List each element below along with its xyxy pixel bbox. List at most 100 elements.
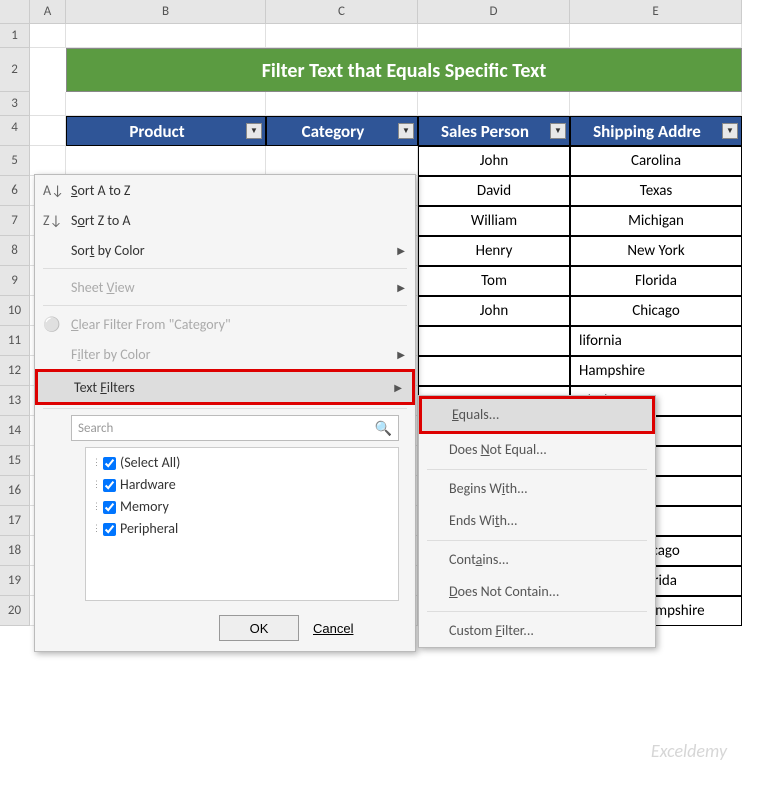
table-header[interactable]: Category▼ bbox=[266, 116, 418, 146]
checkbox[interactable] bbox=[103, 479, 116, 492]
empty-cell bbox=[66, 24, 266, 48]
table-header[interactable]: Sales Person▼ bbox=[418, 116, 570, 146]
row-header[interactable]: 20 bbox=[0, 596, 30, 626]
empty-cell bbox=[66, 146, 266, 176]
filter-checkbox-item[interactable]: ⋮Hardware bbox=[92, 474, 392, 496]
sheet-view: Sheet View▶ bbox=[35, 272, 415, 302]
row-header[interactable]: 6 bbox=[0, 176, 30, 206]
empty-cell bbox=[266, 146, 418, 176]
text-filters[interactable]: Text Filters▶ bbox=[35, 369, 415, 405]
filter-menu: A↓Sort A to Z Z↓Sort Z to A Sort by Colo… bbox=[34, 174, 416, 652]
row-header[interactable]: 5 bbox=[0, 146, 30, 176]
checkbox[interactable] bbox=[103, 501, 116, 514]
not-contain-item[interactable]: Does Not Contain... bbox=[419, 576, 655, 608]
clear-filter: ⚪Clear Filter From "Category" bbox=[35, 309, 415, 339]
table-cell: New York bbox=[570, 236, 742, 266]
table-header[interactable]: Product▼ bbox=[66, 116, 266, 146]
table-cell bbox=[418, 356, 570, 386]
table-cell: John bbox=[418, 296, 570, 326]
clear-filter-icon: ⚪ bbox=[43, 316, 61, 333]
chevron-right-icon: ▶ bbox=[394, 381, 402, 394]
col-header[interactable]: C bbox=[266, 0, 418, 24]
sort-by-color[interactable]: Sort by Color▶ bbox=[35, 235, 415, 265]
filter-checkbox-item[interactable]: ⋮Peripheral bbox=[92, 518, 392, 540]
table-cell: Henry bbox=[418, 236, 570, 266]
col-header[interactable]: D bbox=[418, 0, 570, 24]
text-filters-submenu: Equals... Does Not Equal... Begins With.… bbox=[418, 395, 656, 648]
col-header[interactable]: B bbox=[66, 0, 266, 24]
custom-filter-item[interactable]: Custom Filter... bbox=[419, 615, 655, 647]
ends-with-item[interactable]: Ends With... bbox=[419, 505, 655, 537]
table-cell: William bbox=[418, 206, 570, 236]
table-cell: Texas bbox=[570, 176, 742, 206]
table-cell: David bbox=[418, 176, 570, 206]
empty-cell bbox=[570, 24, 742, 48]
row-header[interactable]: 8 bbox=[0, 236, 30, 266]
sort-az[interactable]: A↓Sort A to Z bbox=[35, 175, 415, 205]
row-header[interactable]: 14 bbox=[0, 416, 30, 446]
row-header[interactable]: 1 bbox=[0, 24, 30, 48]
equals-item[interactable]: Equals... bbox=[419, 396, 655, 434]
filter-values-list: ⋮(Select All)⋮Hardware⋮Memory⋮Peripheral bbox=[85, 447, 399, 601]
sort-az-icon: A↓ bbox=[43, 182, 61, 199]
row-header[interactable]: 13 bbox=[0, 386, 30, 416]
row-header[interactable]: 17 bbox=[0, 506, 30, 536]
empty-cell bbox=[266, 92, 418, 116]
table-cell: Carolina bbox=[570, 146, 742, 176]
sort-za-icon: Z↓ bbox=[43, 212, 61, 229]
sort-za[interactable]: Z↓Sort Z to A bbox=[35, 205, 415, 235]
empty-cell bbox=[418, 24, 570, 48]
row-header[interactable]: 7 bbox=[0, 206, 30, 236]
not-equal-item[interactable]: Does Not Equal... bbox=[419, 434, 655, 466]
col-header[interactable] bbox=[0, 0, 30, 24]
col-header[interactable]: E bbox=[570, 0, 742, 24]
filter-checkbox-item[interactable]: ⋮Memory bbox=[92, 496, 392, 518]
empty-cell bbox=[418, 92, 570, 116]
row-header[interactable]: 12 bbox=[0, 356, 30, 386]
watermark: Exceldemy bbox=[651, 740, 727, 762]
filter-dropdown-icon[interactable]: ▼ bbox=[550, 123, 566, 139]
row-header[interactable]: 15 bbox=[0, 446, 30, 476]
contains-item[interactable]: Contains... bbox=[419, 544, 655, 576]
search-input[interactable]: Search🔍 bbox=[71, 415, 399, 441]
filter-dropdown-icon[interactable]: ▼ bbox=[722, 123, 738, 139]
row-header[interactable]: 9 bbox=[0, 266, 30, 296]
filter-by-color: Filter by Color▶ bbox=[35, 339, 415, 369]
empty-cell bbox=[30, 146, 66, 176]
cancel-button[interactable]: Cancel bbox=[313, 615, 393, 641]
row-header[interactable]: 3 bbox=[0, 92, 30, 116]
empty-cell bbox=[266, 24, 418, 48]
table-cell: John bbox=[418, 146, 570, 176]
table-cell: Hampshire bbox=[570, 356, 742, 386]
table-cell: lifornia bbox=[570, 326, 742, 356]
empty-cell bbox=[570, 92, 742, 116]
begins-with-item[interactable]: Begins With... bbox=[419, 473, 655, 505]
filter-dropdown-icon[interactable]: ▼ bbox=[246, 123, 262, 139]
row-header[interactable]: 19 bbox=[0, 566, 30, 596]
filter-dropdown-icon[interactable]: ▼ bbox=[398, 123, 414, 139]
checkbox[interactable] bbox=[103, 523, 116, 536]
page-title: Filter Text that Equals Specific Text bbox=[66, 48, 742, 92]
table-header[interactable]: Shipping Addre▼ bbox=[570, 116, 742, 146]
row-header[interactable]: 4 bbox=[0, 116, 30, 146]
ok-button[interactable]: OK bbox=[219, 615, 299, 641]
empty-cell bbox=[30, 92, 66, 116]
search-icon: 🔍 bbox=[375, 420, 392, 437]
table-cell: Tom bbox=[418, 266, 570, 296]
row-header[interactable]: 10 bbox=[0, 296, 30, 326]
chevron-right-icon: ▶ bbox=[397, 244, 405, 257]
row-header[interactable]: 11 bbox=[0, 326, 30, 356]
table-cell: Michigan bbox=[570, 206, 742, 236]
row-header[interactable]: 16 bbox=[0, 476, 30, 506]
empty-cell bbox=[30, 24, 66, 48]
checkbox[interactable] bbox=[103, 457, 116, 470]
filter-checkbox-item[interactable]: ⋮(Select All) bbox=[92, 452, 392, 474]
empty-cell bbox=[66, 92, 266, 116]
table-cell: Florida bbox=[570, 266, 742, 296]
table-cell: Chicago bbox=[570, 296, 742, 326]
row-header[interactable]: 2 bbox=[0, 48, 30, 92]
col-header[interactable]: A bbox=[30, 0, 66, 24]
row-header[interactable]: 18 bbox=[0, 536, 30, 566]
empty-cell bbox=[30, 116, 66, 146]
table-cell bbox=[418, 326, 570, 356]
